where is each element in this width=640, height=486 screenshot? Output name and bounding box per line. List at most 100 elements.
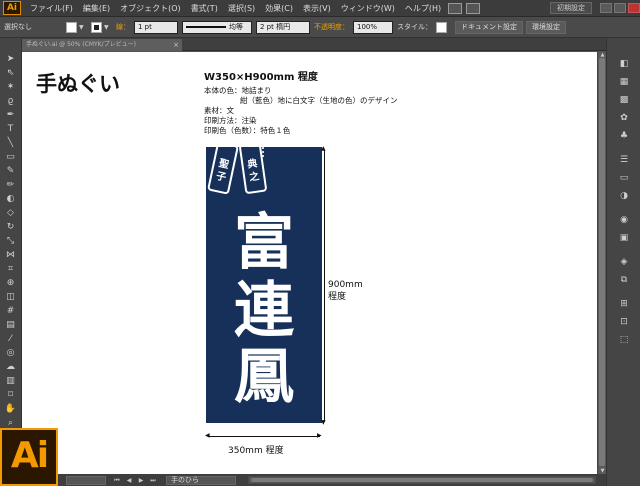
towel-design[interactable]: 聖子 典之 富 連 鳳 <box>206 147 322 423</box>
preferences-button[interactable]: 環境設定 <box>526 20 566 34</box>
maximize-button[interactable] <box>614 3 626 13</box>
close-window-button[interactable] <box>628 3 640 13</box>
minimize-button[interactable] <box>600 3 612 13</box>
pathfinder-icon[interactable]: ⊡ <box>617 316 631 328</box>
arrow-right-icon: ▶ <box>317 432 322 439</box>
pen-icon: ✒ <box>6 110 15 120</box>
scale-tool[interactable]: ⤡ <box>4 236 17 247</box>
opacity-label[interactable]: 不透明度： <box>314 22 349 32</box>
status-bar: ⏮ ◀ ▶ ⏭ 手のひら <box>22 474 606 486</box>
big-character: 連 <box>234 276 294 346</box>
hand-tool[interactable]: ✋ <box>4 404 17 415</box>
artboard-canvas[interactable]: 手ぬぐい W350×H900mm 程度 本体の色：地詰まり 紺（藍色）地に白文字… <box>22 52 597 474</box>
zoom-select[interactable] <box>66 475 106 485</box>
free-transform-tool[interactable]: ⌗ <box>4 264 17 275</box>
align-icon[interactable]: ⊞ <box>617 298 631 310</box>
menu-bar: Ai ファイル(F) 編集(E) オブジェクト(O) 書式(T) 選択(S) 効… <box>0 0 640 17</box>
stroke-profile-select[interactable]: 均等 <box>182 20 252 34</box>
type-tool[interactable]: T <box>4 124 17 135</box>
gradient-tool[interactable]: ▤ <box>4 320 17 331</box>
style-swatch[interactable] <box>436 21 447 33</box>
menu-view[interactable]: 表示(V) <box>298 3 336 14</box>
blend-tool[interactable]: ◎ <box>4 348 17 359</box>
selection-tool[interactable]: ➤ <box>4 54 17 65</box>
stroke-label[interactable]: 線： <box>116 22 130 32</box>
pen-tool[interactable]: ✒ <box>4 110 17 121</box>
symbols-icon[interactable]: ♣ <box>617 130 631 142</box>
eraser-icon: ◇ <box>7 208 14 218</box>
rotate-tool[interactable]: ↻ <box>4 222 17 233</box>
fill-swatch[interactable] <box>66 21 77 33</box>
prev-artboard-icon[interactable]: ◀ <box>124 476 134 485</box>
pencil-tool[interactable]: ✏ <box>4 180 17 191</box>
horizontal-scrollbar[interactable] <box>248 476 596 484</box>
chevron-down-icon[interactable]: ▼ <box>79 22 86 33</box>
wand-icon: ✶ <box>6 82 15 92</box>
sprayer-icon: ☁ <box>6 362 15 372</box>
artboard-tool[interactable]: ⌑ <box>4 390 17 401</box>
symbol-sprayer-tool[interactable]: ☁ <box>4 362 17 373</box>
graph-tool[interactable]: ▥ <box>4 376 17 387</box>
menu-right: 初期設定 <box>550 2 640 14</box>
lasso-tool[interactable]: ϱ <box>4 96 17 107</box>
paintbrush-tool[interactable]: ✎ <box>4 166 17 177</box>
transform-panel-icon[interactable]: ⬚ <box>617 334 631 346</box>
color-panel-icon[interactable]: ◧ <box>617 58 631 70</box>
menu-object[interactable]: オブジェクト(O) <box>115 3 186 14</box>
tools-panel: ➤ ⇖ ✶ ϱ ✒ T ╲ ▭ ✎ ✏ ◐ ◇ ↻ ⤡ ⋈ ⌗ ⊕ ◫ # ▤ … <box>0 38 22 486</box>
opacity-field[interactable]: 100% <box>353 20 393 34</box>
direct-selection-tool[interactable]: ⇖ <box>4 68 17 79</box>
line-tool[interactable]: ╲ <box>4 138 17 149</box>
brushes-icon[interactable]: ✿ <box>617 112 631 124</box>
brush-icon: ✎ <box>6 166 15 176</box>
bridge-icon[interactable] <box>448 2 463 14</box>
eraser-tool[interactable]: ◇ <box>4 208 17 219</box>
gradient-icon: ▤ <box>6 320 15 330</box>
menu-window[interactable]: ウィンドウ(W) <box>336 3 400 14</box>
layers-icon[interactable]: ◈ <box>617 256 631 268</box>
menu-select[interactable]: 選択(S) <box>223 3 260 14</box>
appearance-icon[interactable]: ◉ <box>617 214 631 226</box>
perspective-tool[interactable]: ◫ <box>4 292 17 303</box>
menu-help[interactable]: ヘルプ(H) <box>400 3 446 14</box>
status-tool-name[interactable]: 手のひら <box>166 475 236 485</box>
width-tool[interactable]: ⋈ <box>4 250 17 261</box>
scroll-thumb[interactable] <box>251 478 593 482</box>
mesh-tool[interactable]: # <box>4 306 17 317</box>
artboards-icon[interactable]: ⧉ <box>617 274 631 286</box>
swatches-icon[interactable]: ▩ <box>617 94 631 106</box>
menu-type[interactable]: 書式(T) <box>186 3 223 14</box>
menu-file[interactable]: ファイル(F) <box>25 3 78 14</box>
graphic-styles-icon[interactable]: ▣ <box>617 232 631 244</box>
magic-wand-tool[interactable]: ✶ <box>4 82 17 93</box>
stroke-weight-field[interactable]: 1 pt <box>134 20 178 34</box>
color-guide-icon[interactable]: ▦ <box>617 76 631 88</box>
brush-select[interactable]: 2 pt 楕円 <box>256 20 310 34</box>
menu-effect[interactable]: 効果(C) <box>260 3 298 14</box>
arrange-documents-icon[interactable] <box>466 2 481 14</box>
spec-line: 印刷方法：注染 <box>204 116 257 125</box>
gradient-panel-icon[interactable]: ▭ <box>617 172 631 184</box>
stroke-swatch[interactable] <box>91 21 102 33</box>
blob-brush-tool[interactable]: ◐ <box>4 194 17 205</box>
scroll-thumb[interactable] <box>599 58 605 466</box>
document-tab[interactable]: 手ぬぐい.ai @ 50% (CMYK/プレビュー) × <box>22 39 182 51</box>
close-icon[interactable]: × <box>173 39 179 51</box>
first-artboard-icon[interactable]: ⏮ <box>112 476 122 485</box>
workspace-switcher[interactable]: 初期設定 <box>550 2 592 14</box>
vertical-scrollbar[interactable]: ▲ ▼ <box>597 52 606 474</box>
menu-edit[interactable]: 編集(E) <box>78 3 115 14</box>
last-artboard-icon[interactable]: ⏭ <box>148 476 158 485</box>
stroke-panel-icon[interactable]: ☰ <box>617 154 631 166</box>
shape-builder-tool[interactable]: ⊕ <box>4 278 17 289</box>
document-setup-button[interactable]: ドキュメント設定 <box>455 20 523 34</box>
chevron-down-icon[interactable]: ▼ <box>104 22 111 33</box>
width-label: 350mm 程度 <box>228 446 284 456</box>
eyedropper-tool[interactable]: ⁄ <box>4 334 17 345</box>
control-bar: 選択なし ▼ ▼ 線： 1 pt 均等 2 pt 楕円 不透明度： 100% ス… <box>0 17 640 38</box>
artwork-title: 手ぬぐい <box>36 71 120 96</box>
rectangle-tool[interactable]: ▭ <box>4 152 17 163</box>
transparency-icon[interactable]: ◑ <box>617 190 631 202</box>
arrow-down-icon: ▼ <box>321 419 326 426</box>
next-artboard-icon[interactable]: ▶ <box>136 476 146 485</box>
